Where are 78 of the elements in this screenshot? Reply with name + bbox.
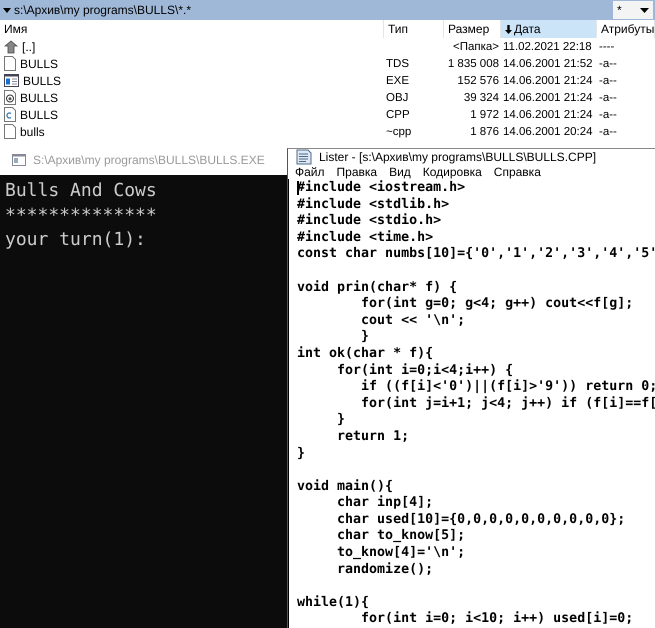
code-line: randomize(); [336,562,434,578]
code-line: void main(){ [297,478,394,495]
file-attributes: -a-- [598,108,618,120]
file-type: OBJ [385,92,410,104]
file-attributes: -a-- [598,58,618,70]
console-text: your turn(1): [5,228,147,252]
console-text: Bulls And Cows [5,179,158,203]
window-title: Lister - [s:\Архив\my programs\BULLS\BULLS.CPP] [319,150,596,164]
file-date: 14.06.2001 21:52 [502,58,594,70]
file-icon [4,124,16,139]
code-line: } [336,412,346,429]
file-size: 1 876 [469,126,500,138]
file-name[interactable]: bulls [20,124,45,138]
window-title: S:\Архив\my programs\BULLS\BULLS.EXE [33,153,265,167]
code-line: #include <stdlib.h> [297,196,450,213]
file-date: 11.02.2021 22:18 [502,40,593,52]
code-line: #include <iostream.h> [297,180,466,197]
code-line: int ok(char * f){ [297,346,434,363]
file-attributes: -a-- [598,74,618,86]
file-icon [4,56,16,71]
code-line: while(1){ [297,594,370,611]
caret-icon [3,8,11,12]
code-line: for(int j=i+1; j<4; j++) if (f[i]==f[ [360,396,655,412]
caret-icon [640,8,649,12]
file-attributes: ---- [598,40,616,52]
code-line: const char numbs[10]={'0','1','2','3','4','5' [297,246,655,263]
file-date: 14.06.2001 21:24 [502,74,594,86]
file-type: ~cpp [385,126,412,138]
file-type: CPP [385,108,411,120]
cpp-file-icon [4,107,16,122]
code-line: char inp[4]; [336,495,434,512]
file-name[interactable]: BULLS [23,74,62,88]
menu-item[interactable]: Вид [383,165,417,179]
menu-item[interactable]: Файл [289,165,331,179]
menu-item[interactable]: Справка [488,165,547,179]
menu-item[interactable]: Правка [330,165,384,179]
file-type: EXE [385,74,410,86]
path-text: s:\Архив\my programs\BULLS\*.* [14,3,191,17]
code-line: cout << '\n'; [360,312,466,330]
file-size: 1 835 008 [446,58,500,70]
file-name[interactable]: BULLS [20,108,58,122]
file-attributes: -a-- [598,126,618,138]
file-type: TDS [385,58,410,70]
code-line: char used[10]={0,0,0,0,0,0,0,0,0,0}; [336,512,626,528]
file-size: 152 576 [456,74,500,86]
code-line: #include <time.h> [297,230,434,246]
filter-dropdown[interactable]: * [613,1,653,19]
file-date: 14.06.2001 20:24 [502,126,594,138]
code-line: } [360,329,370,346]
file-size: 39 324 [462,92,500,104]
file-name[interactable]: BULLS [20,56,58,70]
menu-item[interactable]: Кодировка [416,165,488,179]
code-line: for(int i=0; i<10; i++) used[i]=0; [360,611,634,628]
code-line: for(int g=0; g<4; g++) cout<<f[g]; [360,296,634,313]
document-app-icon [295,149,313,165]
code-line: char to_know[5]; [336,528,466,546]
text-cursor [297,181,299,196]
code-line: for(int i=0;i<4;i++) { [336,362,514,379]
file-date: 14.06.2001 21:24 [502,108,594,120]
code-line: to_know[4]='\n'; [336,545,466,562]
sort-arrow-icon [505,24,512,34]
program-window-icon [4,74,19,87]
file-date: 14.06.2001 21:24 [502,92,594,104]
file-size: 1 972 [469,108,500,120]
code-line: } [297,446,306,462]
file-name[interactable]: BULLS [20,90,58,104]
code-line: if ((f[i]<'0')||(f[i]>'9')) return 0; [360,379,655,396]
file-name[interactable]: [..] [22,40,36,54]
folder-up-icon [4,40,18,54]
cube-file-icon [4,90,16,105]
console-app-icon [12,154,26,166]
code-line: return 1; [336,428,410,446]
code-line: void prin(char* f) { [297,280,458,296]
code-line: #include <stdio.h> [297,213,442,230]
column-header[interactable]: Дата [501,20,597,38]
console-text: ************** [5,204,158,228]
file-size: <Папка> [452,40,500,52]
file-attributes: -a-- [598,92,618,104]
